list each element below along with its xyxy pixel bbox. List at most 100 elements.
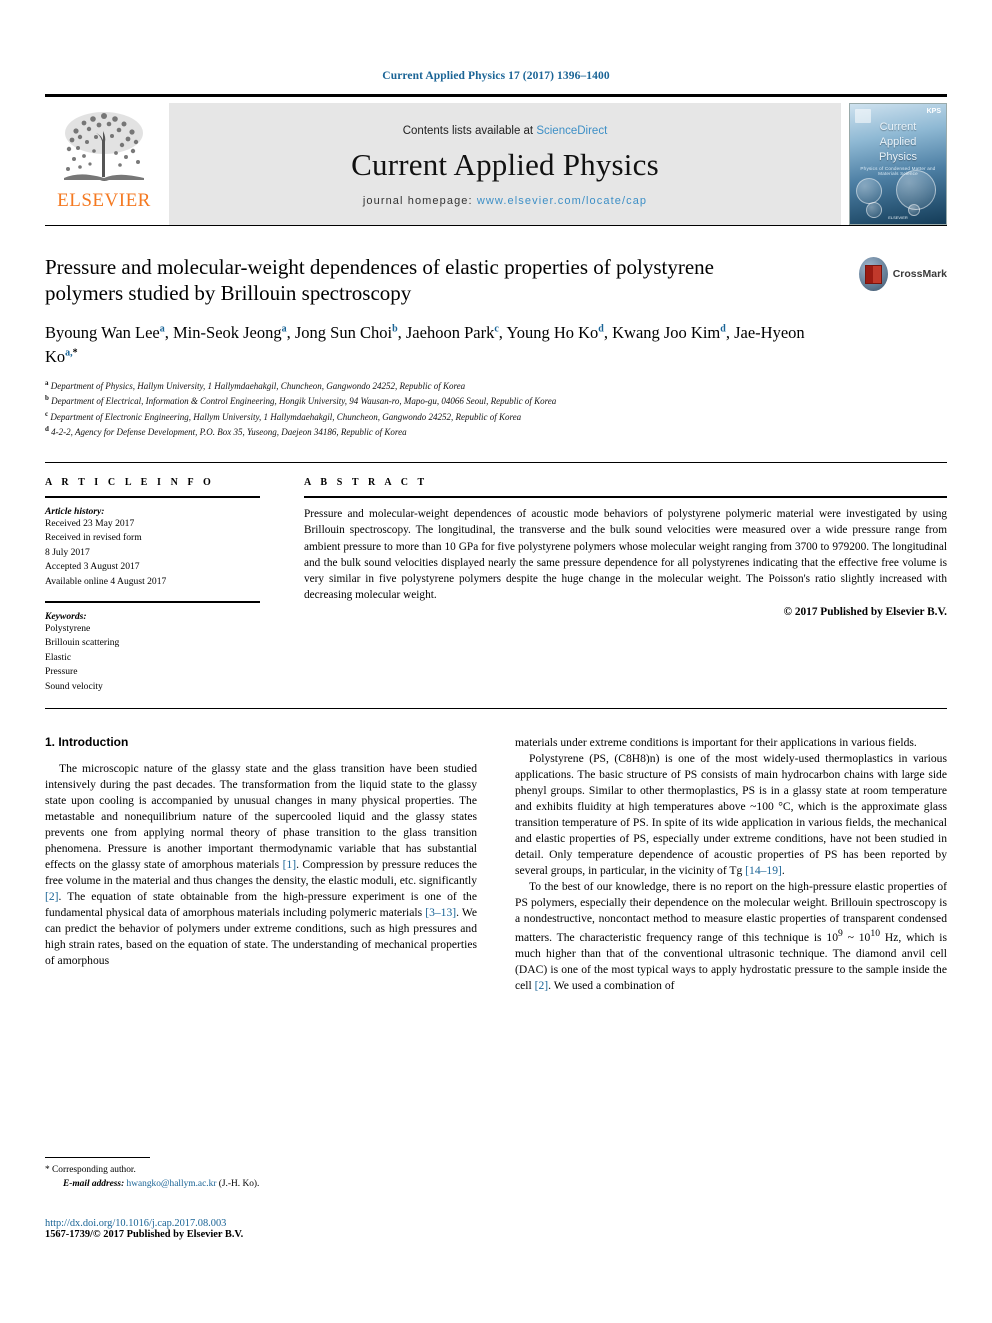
author-6[interactable]: Kwang Joo Kimd [612, 323, 726, 342]
citation-ref-2-b[interactable]: [2] [535, 979, 549, 992]
email-owner: (J.-H. Ko). [218, 1179, 260, 1190]
journal-masthead: ELSEVIER Contents lists available at Sci… [45, 94, 947, 225]
title-block: CrossMark Pressure and molecular-weight … [45, 254, 947, 440]
citation-ref-2[interactable]: [2] [45, 890, 59, 903]
keyword-item: Pressure [45, 666, 78, 678]
info-bottom-rule [45, 707, 947, 709]
citation-ref-3-13[interactable]: [3–13] [425, 906, 456, 919]
author-6-affil-mark: d [720, 323, 726, 335]
article-page: Current Applied Physics 17 (2017) 1396–1… [0, 0, 992, 1323]
abstract-column: A B S T R A C T Pressure and molecular-w… [304, 477, 947, 694]
paragraph-intro-1: The microscopic nature of the glassy sta… [45, 761, 478, 967]
info-top-rule [45, 462, 947, 464]
body-column-right: materials under extreme conditions is im… [515, 735, 947, 994]
author-4-affil-mark: c [494, 323, 499, 335]
article-history-item: Received 23 May 2017 [45, 518, 135, 530]
footnote-block: * Corresponding author. E-mail address: … [45, 1157, 450, 1191]
affiliation-c-mark: c [45, 409, 49, 418]
keyword-item: Polystyrene [45, 623, 91, 635]
cover-title-line-1: Current [879, 121, 917, 133]
cover-title-line-2: Applied [879, 135, 917, 148]
crossmark-label: CrossMark [892, 268, 947, 280]
keywords-block: Keywords: Polystyrene Brillouin scatteri… [45, 601, 260, 694]
citation-ref-14-19[interactable]: [14–19] [745, 864, 782, 877]
author-1[interactable]: Byoung Wan Leea [45, 323, 165, 342]
contents-available-line: Contents lists available at ScienceDirec… [403, 125, 608, 137]
masthead-bottom-rule [45, 225, 947, 226]
journal-homepage-line: journal homepage: www.elsevier.com/locat… [363, 195, 647, 207]
email-link[interactable]: hwangko@hallym.ac.kr [127, 1179, 217, 1189]
article-history-item: Received in revised form [45, 532, 142, 544]
affiliation-list: a Department of Physics, Hallym Universi… [45, 378, 947, 440]
sciencedirect-link[interactable]: ScienceDirect [536, 125, 607, 137]
article-history-item: Available online 4 August 2017 [45, 575, 167, 587]
paragraph-intro-2: Polystyrene (PS, (C8H8)n) is one of the … [515, 751, 947, 877]
article-history-item: 8 July 2017 [45, 546, 90, 558]
author-5[interactable]: Young Ho Kod [506, 323, 603, 342]
affiliation-c: c Department of Electronic Engineering, … [45, 409, 947, 425]
author-2[interactable]: Min-Seok Jeonga [173, 323, 287, 342]
author-list: Byoung Wan Leea, Min-Seok Jeonga, Jong S… [45, 322, 805, 366]
body-column-left: 1. Introduction The microscopic nature o… [45, 735, 477, 994]
paragraph-intro-3: To the best of our knowledge, there is n… [515, 879, 947, 992]
cover-title: Current Applied Physics [850, 120, 946, 165]
keyword-item: Brillouin scattering [45, 637, 120, 649]
affiliation-c-text: Department of Electronic Engineering, Ha… [50, 411, 522, 422]
issn-copyright-line: 1567-1739/© 2017 Published by Elsevier B… [45, 1229, 244, 1240]
article-info-column: A R T I C L E I N F O Article history: R… [45, 477, 260, 694]
journal-cover-thumbnail: KPS Current Applied Physics Physics of C… [849, 103, 947, 225]
affiliation-b-mark: b [45, 394, 49, 403]
author-1-affil-mark: a [159, 323, 165, 335]
corresponding-author-note: * Corresponding author. [45, 1163, 450, 1177]
abstract-text: Pressure and molecular-weight dependence… [304, 508, 947, 602]
author-7-affil-mark: a, [65, 347, 73, 359]
page-title: Pressure and molecular-weight dependence… [45, 255, 715, 306]
doi-link[interactable]: http://dx.doi.org/10.1016/j.cap.2017.08.… [45, 1218, 465, 1229]
author-5-affil-mark: d [598, 323, 604, 335]
homepage-url-link[interactable]: www.elsevier.com/locate/cap [477, 195, 647, 207]
cover-title-line-3: Physics [879, 150, 917, 163]
running-head: Current Applied Physics 17 (2017) 1396–1… [382, 70, 610, 82]
body-columns: 1. Introduction The microscopic nature o… [45, 735, 947, 994]
journal-title: Current Applied Physics [351, 147, 659, 182]
affiliation-a: a Department of Physics, Hallym Universi… [45, 378, 947, 394]
affiliation-a-mark: a [45, 378, 49, 387]
corresponding-author-marker: * [45, 1165, 50, 1175]
keyword-item: Elastic [45, 651, 72, 663]
cover-subtitle: Physics of Condensed Matter and Material… [860, 166, 936, 176]
author-4[interactable]: Jaehoon Parkc [406, 323, 499, 342]
exponent-10: 10 [870, 927, 881, 939]
affiliation-b: b Department of Electrical, Information … [45, 393, 947, 409]
affiliation-a-text: Department of Physics, Hallym University… [50, 380, 466, 391]
abstract-copyright: © 2017 Published by Elsevier B.V. [783, 605, 947, 618]
affiliation-d-mark: d [45, 425, 49, 434]
abstract-rule [304, 496, 947, 499]
article-history-item: Accepted 3 August 2017 [45, 561, 140, 573]
elsevier-logo: ELSEVIER [45, 103, 163, 225]
article-info-rule [45, 496, 260, 499]
homepage-prefix: journal homepage: [362, 195, 477, 207]
footnote-rule [45, 1157, 150, 1158]
email-note: E-mail address: hwangko@hallym.ac.kr (J.… [45, 1177, 450, 1191]
keywords-label: Keywords: [45, 611, 87, 623]
elsevier-wordmark: ELSEVIER [57, 190, 151, 211]
corresponding-author-text: Corresponding author. [52, 1165, 136, 1175]
affiliation-d-text: 4-2-2, Agency for Defense Development, P… [51, 427, 407, 438]
info-abstract-area: A R T I C L E I N F O Article history: R… [45, 477, 947, 694]
citation-ref-1[interactable]: [1] [283, 858, 297, 871]
contents-prefix: Contents lists available at [402, 125, 537, 137]
crossmark-badge[interactable]: CrossMark [859, 250, 947, 298]
cover-bubble-1 [856, 178, 882, 204]
paragraph-intro-1-continued: materials under extreme conditions is im… [515, 735, 917, 749]
cover-footer-mark: ELSEVIER [888, 215, 908, 220]
keyword-item: Sound velocity [45, 680, 103, 692]
author-3[interactable]: Jong Sun Choib [295, 323, 398, 342]
affiliation-b-text: Department of Electrical, Information & … [51, 396, 557, 407]
elsevier-tree-icon [64, 112, 144, 181]
abstract-heading: A B S T R A C T [304, 477, 428, 489]
crossmark-icon [859, 257, 888, 291]
author-2-affil-mark: a [281, 323, 287, 335]
document-footer: http://dx.doi.org/10.1016/j.cap.2017.08.… [45, 1218, 465, 1240]
email-label: E-mail address: [63, 1179, 125, 1190]
affiliation-d: d 4-2-2, Agency for Defense Development,… [45, 424, 947, 440]
